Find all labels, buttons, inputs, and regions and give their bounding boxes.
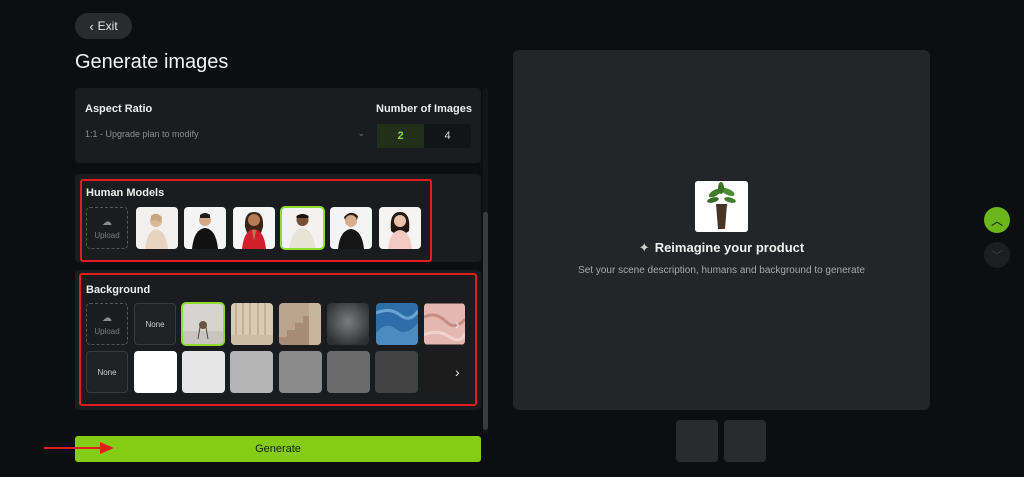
- background-scene-thumb-2[interactable]: [231, 303, 273, 345]
- cloud-upload-icon: ☁: [102, 312, 112, 324]
- human-model-thumb-6[interactable]: [379, 207, 421, 249]
- background-color-swatch-dim-grey[interactable]: [327, 351, 370, 393]
- chevron-down-icon: ⌄: [357, 128, 365, 138]
- generate-button[interactable]: Generate: [75, 436, 481, 462]
- human-models-label: Human Models: [86, 187, 165, 199]
- reimagine-title: Reimagine your product: [654, 240, 805, 255]
- background-color-swatch-white[interactable]: [134, 351, 177, 393]
- upload-label: Upload: [94, 326, 120, 336]
- aspect-ratio-label: Aspect Ratio: [85, 103, 153, 115]
- chevron-left-icon: ‹: [89, 18, 94, 34]
- background-scene-thumb-5[interactable]: [376, 303, 418, 345]
- chevron-down-icon: ﹀: [990, 248, 1003, 263]
- background-color-none-button[interactable]: None: [86, 351, 128, 393]
- grey-texture-photo-icon: [327, 303, 369, 345]
- aspect-ratio-value: 1:1 - Upgrade plan to modify: [85, 128, 199, 139]
- human-model-thumb-5[interactable]: [330, 207, 372, 249]
- background-label: Background: [86, 284, 151, 296]
- reimagine-heading: ✦ Reimagine your product: [513, 240, 930, 256]
- stairs-photo-icon: [279, 303, 321, 345]
- human-model-upload-button[interactable]: ☁ Upload: [86, 207, 128, 249]
- exit-button[interactable]: ‹ Exit: [75, 13, 132, 39]
- scroll-down-button[interactable]: ﹀: [984, 242, 1010, 268]
- human-model-thumb-1[interactable]: [136, 207, 178, 249]
- background-color-swatch-grey[interactable]: [279, 351, 322, 393]
- background-scene-thumb-3[interactable]: [279, 303, 321, 345]
- background-scene-thumb-4[interactable]: [327, 303, 369, 345]
- human-model-thumb-3[interactable]: [233, 207, 275, 249]
- result-thumb-2[interactable]: [724, 420, 766, 462]
- studio-stool-photo-icon: [182, 303, 224, 345]
- background-color-swatch-dark-grey[interactable]: [375, 351, 418, 393]
- cloud-upload-icon: ☁: [102, 216, 112, 228]
- potted-plant-icon: [695, 181, 748, 232]
- preview-panel: ✦ Reimagine your product Set your scene d…: [513, 50, 930, 410]
- aspect-ratio-card: Aspect Ratio 1:1 - Upgrade plan to modif…: [75, 88, 481, 163]
- num-images-option-2[interactable]: 2: [377, 124, 424, 148]
- scrollbar-thumb[interactable]: [483, 212, 488, 430]
- person-photo-icon: [136, 207, 178, 249]
- sparkle-icon: ✦: [638, 240, 650, 255]
- background-colors-next-arrow[interactable]: ›: [455, 364, 460, 380]
- human-model-thumb-4[interactable]: [280, 206, 325, 250]
- person-photo-icon: [233, 207, 275, 249]
- background-scenes-next-arrow[interactable]: ›: [455, 316, 460, 332]
- background-scene-thumb-1[interactable]: [181, 302, 225, 346]
- person-photo-icon: [379, 207, 421, 249]
- preview-subtitle: Set your scene description, humans and b…: [578, 265, 865, 276]
- curtain-photo-icon: [231, 303, 273, 345]
- upload-label: Upload: [94, 230, 120, 240]
- person-photo-icon: [330, 207, 372, 249]
- num-images-option-4[interactable]: 4: [424, 124, 471, 148]
- scroll-up-button[interactable]: ︿: [984, 207, 1010, 233]
- background-color-swatch-light-grey[interactable]: [182, 351, 225, 393]
- background-color-swatch-silver[interactable]: [230, 351, 273, 393]
- aspect-ratio-select[interactable]: 1:1 - Upgrade plan to modify ⌄: [85, 128, 365, 139]
- result-thumb-1[interactable]: [676, 420, 718, 462]
- person-photo-icon: [184, 207, 226, 249]
- red-arrow-annotation-icon: [44, 442, 114, 454]
- blue-cloth-photo-icon: [376, 303, 418, 345]
- product-thumbnail: [695, 181, 748, 232]
- exit-label: Exit: [97, 19, 118, 33]
- human-model-thumb-2[interactable]: [184, 207, 226, 249]
- background-none-button[interactable]: None: [134, 303, 176, 345]
- chevron-up-icon: ︿: [990, 213, 1003, 228]
- number-of-images-toggle: 2 4: [377, 124, 471, 148]
- number-of-images-label: Number of Images: [376, 103, 472, 115]
- background-upload-button[interactable]: ☁ Upload: [86, 303, 128, 345]
- page-title: Generate images: [75, 51, 229, 73]
- person-photo-icon: [281, 207, 324, 249]
